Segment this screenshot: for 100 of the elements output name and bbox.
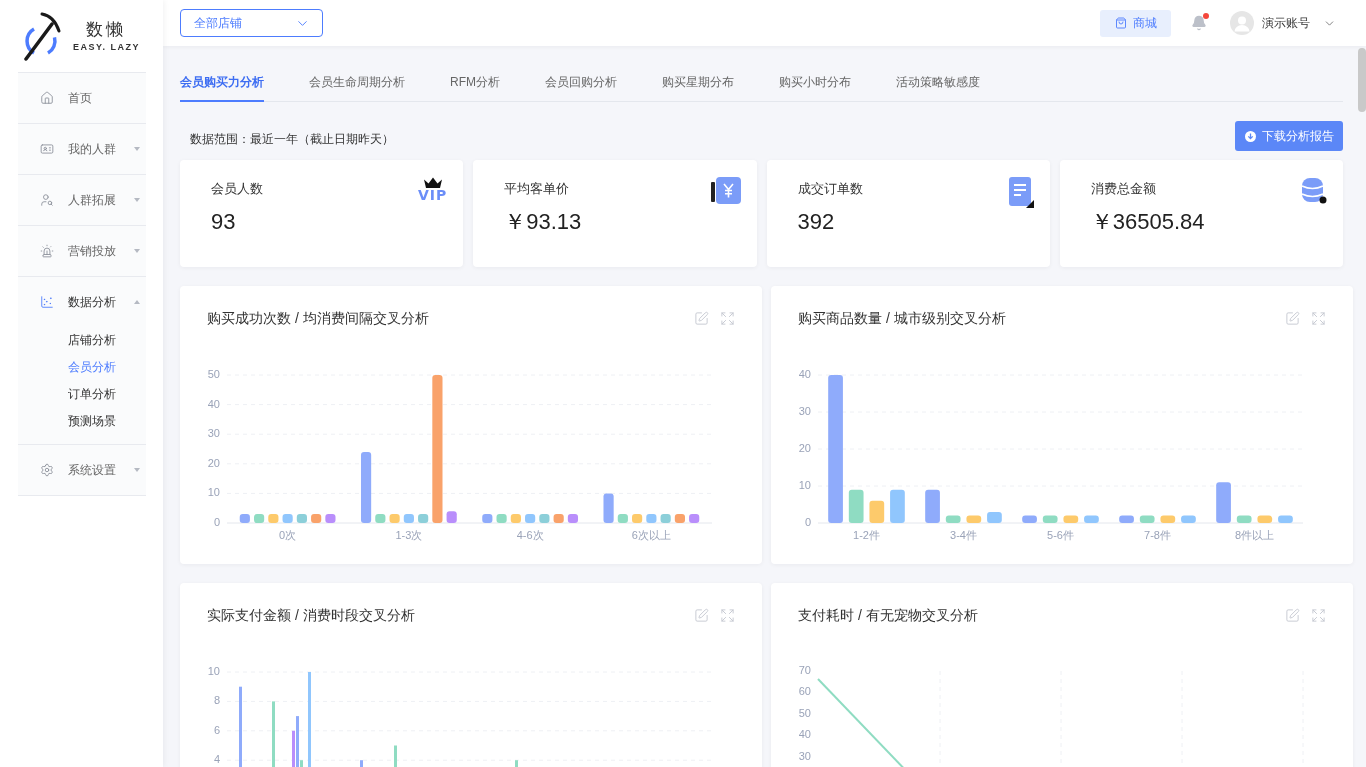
submenu-item[interactable]: 店铺分析 bbox=[17, 327, 146, 354]
chart-bar bbox=[254, 514, 265, 523]
axis-category-label: 8件以上 bbox=[1234, 528, 1275, 541]
chart-title: 支付耗时 / 有无宠物交叉分析 bbox=[798, 606, 978, 624]
chart-bar bbox=[553, 514, 564, 523]
edit-icon[interactable] bbox=[694, 607, 709, 623]
document-icon bbox=[1008, 177, 1034, 208]
axis-tick-label: 40 bbox=[798, 367, 811, 380]
account-menu[interactable]: 演示账号 bbox=[1262, 14, 1336, 32]
menu-item[interactable]: 我的人群 bbox=[17, 123, 146, 174]
menu-item[interactable]: 人群拓展 bbox=[17, 174, 146, 225]
edit-icon[interactable] bbox=[1285, 607, 1300, 623]
axis-tick-label: 40 bbox=[798, 728, 811, 741]
tab[interactable]: 购买小时分布 bbox=[779, 60, 851, 102]
chart-bar bbox=[1022, 515, 1037, 523]
chart-bar bbox=[848, 489, 864, 523]
chart-bar bbox=[1084, 515, 1099, 523]
fullscreen-icon[interactable] bbox=[1311, 607, 1326, 623]
chart-bar bbox=[689, 514, 700, 523]
chart-bar bbox=[361, 451, 372, 523]
chart-bar bbox=[418, 514, 429, 523]
fullscreen-icon[interactable] bbox=[1311, 310, 1326, 326]
stat-value: ￥93.13 bbox=[504, 209, 582, 235]
tab[interactable]: 会员购买力分析 bbox=[180, 60, 264, 102]
chart-bar bbox=[510, 514, 521, 523]
axis-tick-label: 20 bbox=[207, 456, 220, 469]
scrollbar-thumb[interactable] bbox=[1358, 48, 1366, 112]
chart-bar bbox=[268, 514, 279, 523]
chart-title: 实际支付金额 / 消费时段交叉分析 bbox=[207, 606, 415, 624]
chart-bar bbox=[869, 500, 885, 523]
store-select[interactable]: 全部店铺 bbox=[180, 9, 323, 37]
edit-icon[interactable] bbox=[694, 310, 709, 326]
axis-category-label: 1-3次 bbox=[395, 528, 423, 541]
tab[interactable]: 活动策略敏感度 bbox=[896, 60, 980, 102]
crown-icon bbox=[422, 177, 443, 188]
axis-category-label: 3-4件 bbox=[950, 528, 977, 541]
chart-bar bbox=[603, 493, 614, 523]
chart-bar bbox=[272, 701, 275, 767]
fullscreen-icon[interactable] bbox=[720, 310, 735, 326]
menu-item[interactable]: 系统设置 bbox=[17, 444, 146, 495]
tab[interactable]: 会员生命周期分析 bbox=[309, 60, 405, 102]
axis-tick-label: 60 bbox=[798, 685, 811, 698]
menu-item[interactable]: 营销投放 bbox=[17, 225, 146, 276]
chart-bar bbox=[1063, 515, 1079, 523]
download-button[interactable]: 下载分析报告 bbox=[1235, 121, 1343, 151]
axis-tick-label: 30 bbox=[798, 749, 811, 762]
chart-bar bbox=[282, 514, 293, 523]
download-icon bbox=[1244, 130, 1256, 142]
chart-bar bbox=[360, 760, 363, 767]
axis-tick-label: 50 bbox=[798, 706, 811, 719]
submenu-item[interactable]: 预测场景 bbox=[17, 408, 146, 435]
tab[interactable]: 会员回购分析 bbox=[545, 60, 617, 102]
axis-category-label: 6次以上 bbox=[631, 528, 671, 541]
chart-bar bbox=[987, 511, 1002, 523]
chart-bar bbox=[1139, 515, 1155, 523]
scatter-chart-icon bbox=[39, 295, 54, 309]
chart-bar bbox=[525, 514, 536, 523]
chart-bar bbox=[394, 745, 397, 767]
chart-bar bbox=[239, 514, 250, 523]
tab[interactable]: RFM分析 bbox=[450, 60, 500, 102]
chart-bar bbox=[1278, 515, 1293, 523]
stat-label: 消费总金额 bbox=[1090, 180, 1157, 198]
mall-button[interactable]: 商城 bbox=[1100, 9, 1171, 37]
fullscreen-icon[interactable] bbox=[720, 607, 735, 623]
axis-category-label: 7-8件 bbox=[1144, 528, 1171, 541]
submenu-item[interactable]: 订单分析 bbox=[17, 381, 146, 408]
axis-tick-label: 10 bbox=[207, 664, 220, 677]
chart-bar bbox=[1216, 482, 1231, 523]
submenu-item[interactable]: 会员分析 bbox=[17, 354, 146, 381]
chart-bar bbox=[296, 514, 307, 523]
axis-tick-label: 4 bbox=[213, 753, 220, 766]
chart-bar bbox=[446, 511, 457, 523]
chart-bar bbox=[660, 514, 671, 523]
menu-item[interactable]: 首页 bbox=[17, 72, 146, 123]
stat-label: 成交订单数 bbox=[797, 180, 863, 198]
axis-tick-label: 70 bbox=[798, 663, 811, 676]
chart-bar bbox=[539, 514, 550, 523]
chart-bar bbox=[945, 515, 961, 523]
siren-icon bbox=[39, 244, 54, 258]
bell-icon[interactable] bbox=[1191, 15, 1207, 31]
pickaxe-logo-icon bbox=[23, 11, 61, 61]
axis-tick-label: 6 bbox=[213, 723, 220, 736]
menu-item[interactable]: 数据分析 bbox=[17, 276, 146, 327]
chart-bar bbox=[925, 489, 940, 523]
chart-bar bbox=[1042, 515, 1058, 523]
chart-bar bbox=[567, 514, 578, 523]
chart-bar bbox=[311, 514, 322, 523]
edit-icon[interactable] bbox=[1285, 310, 1300, 326]
shopping-bag-icon bbox=[1114, 17, 1127, 29]
chart-bar bbox=[674, 514, 685, 523]
chart-bar bbox=[389, 514, 400, 523]
chart-bar bbox=[1236, 515, 1252, 523]
axis-tick-label: 0 bbox=[213, 515, 220, 528]
logo-tagline: EASY. LAZY bbox=[73, 41, 140, 53]
tab[interactable]: 购买星期分布 bbox=[662, 60, 734, 102]
axis-tick-label: 8 bbox=[213, 694, 220, 707]
avatar-icon[interactable] bbox=[1230, 11, 1254, 35]
chart-bar bbox=[966, 515, 982, 523]
chart-bar bbox=[375, 514, 386, 523]
yen-card-icon bbox=[710, 177, 741, 204]
